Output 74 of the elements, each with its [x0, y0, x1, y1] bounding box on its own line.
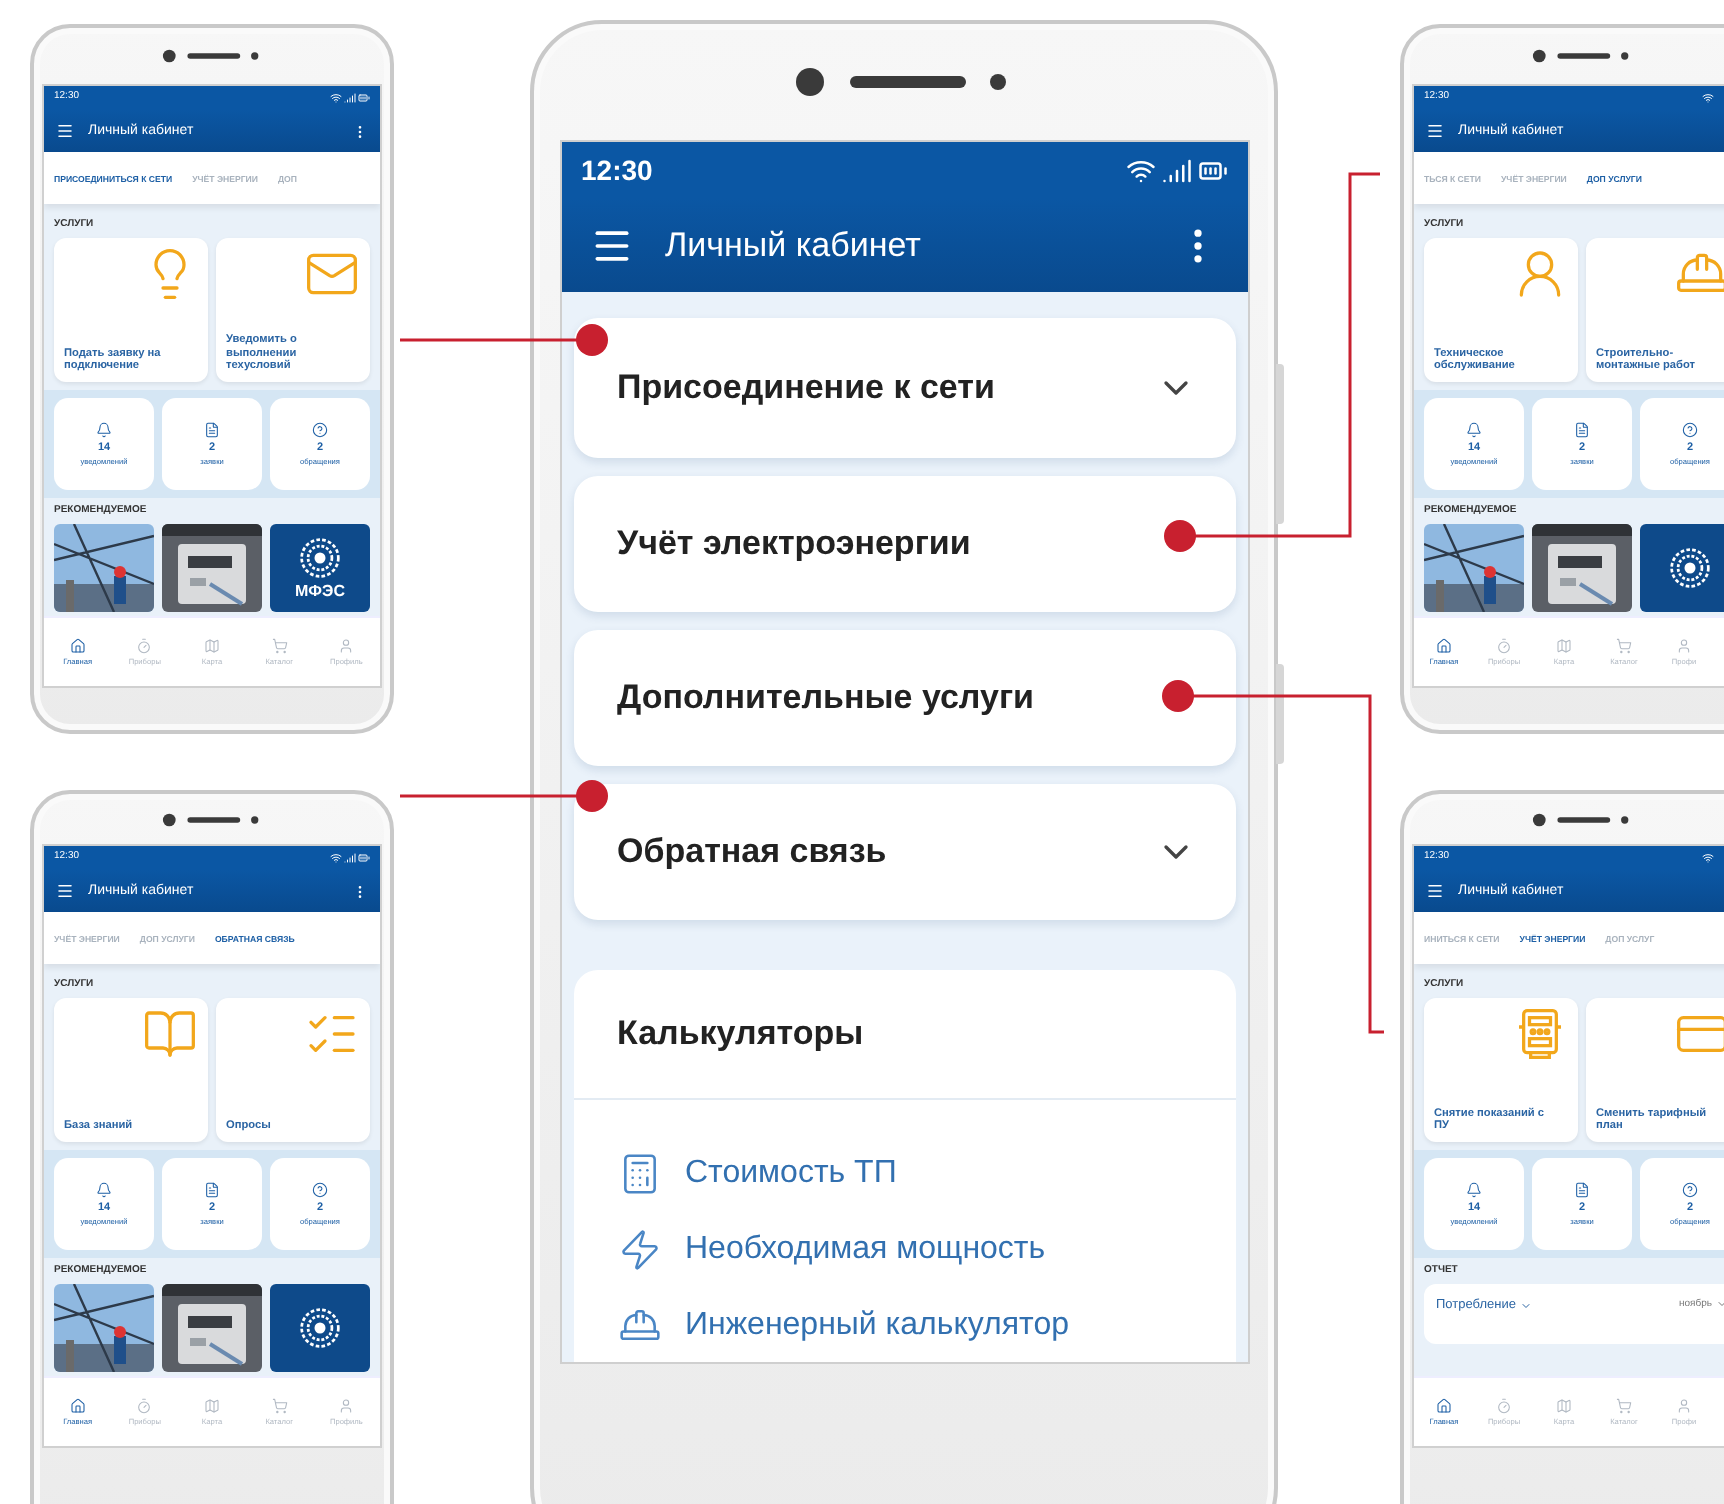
signal-icon — [344, 852, 356, 864]
section-label: Дополнительные услуги — [617, 678, 1034, 718]
phone-camera-drawing — [1532, 48, 1632, 64]
map-icon — [203, 638, 220, 654]
logo-tile[interactable]: МФЭС — [270, 524, 370, 612]
gauge-icon — [1496, 1398, 1512, 1414]
logo-icon — [1668, 546, 1712, 590]
phone-camera-drawing — [162, 48, 262, 64]
logo-icon — [298, 1306, 342, 1350]
calculator-link[interactable]: Необходимая мощность — [617, 1226, 1046, 1274]
help-icon — [1682, 1182, 1698, 1198]
help-icon — [312, 1182, 328, 1198]
bell-icon — [96, 1182, 112, 1198]
wifi-icon — [1125, 155, 1155, 185]
phone-camera-drawing — [162, 811, 262, 827]
signal-icon — [344, 92, 356, 104]
document-icon — [1574, 1182, 1590, 1198]
cart-icon — [271, 1398, 288, 1414]
section-label: Обратная связь — [617, 832, 887, 872]
menu-icon[interactable] — [1426, 122, 1444, 140]
section-label: Учёт электроэнергии — [617, 524, 971, 564]
home-icon — [69, 638, 86, 654]
map-icon — [1556, 638, 1572, 654]
gauge-icon — [136, 1398, 153, 1414]
help-icon — [1682, 422, 1698, 438]
menu-icon[interactable] — [56, 122, 74, 140]
chevron-icon — [1519, 1299, 1532, 1311]
cart-icon — [271, 638, 288, 654]
wifi-icon — [330, 852, 342, 864]
card-title: Калькуляторы — [617, 1014, 864, 1054]
map-icon — [203, 1398, 220, 1414]
battery-icon — [358, 92, 370, 104]
help-icon — [312, 422, 328, 438]
battery-icon — [358, 852, 370, 864]
home-icon — [69, 1398, 86, 1414]
logo-tile[interactable] — [270, 1284, 370, 1372]
menu-icon[interactable] — [56, 882, 74, 900]
wifi-icon — [330, 92, 342, 104]
logo-icon — [298, 536, 342, 580]
calculator-link[interactable]: Стоимость ТП — [617, 1150, 897, 1198]
section-label: Присоединение к сети — [617, 368, 995, 408]
cart-icon — [1616, 638, 1632, 654]
section-card[interactable]: Присоединение к сети — [573, 318, 1235, 458]
status-time: 12:30 — [581, 154, 653, 186]
app-title: Личный кабинет — [665, 225, 923, 265]
bell-icon — [1466, 1182, 1482, 1198]
document-icon — [204, 422, 220, 438]
home-icon — [1436, 1398, 1452, 1414]
person-icon — [1676, 1398, 1692, 1414]
document-icon — [1574, 422, 1590, 438]
person-icon — [1676, 638, 1692, 654]
bell-icon — [1466, 422, 1482, 438]
section-card[interactable]: Учёт электроэнергии — [573, 476, 1235, 612]
book-icon — [142, 1006, 198, 1062]
wifi-icon — [1702, 92, 1714, 104]
section-card[interactable]: Обратная связь — [573, 784, 1235, 920]
lightning-icon — [617, 1228, 661, 1272]
logo-text: МФЭС — [295, 582, 345, 600]
home-icon — [1436, 638, 1452, 654]
cart-icon — [1616, 1398, 1632, 1414]
calculator-link[interactable]: Инженерный калькулятор — [617, 1302, 1069, 1350]
map-icon — [1556, 1398, 1572, 1414]
section-card[interactable]: Дополнительные услуги — [573, 630, 1235, 766]
wifi-icon — [1702, 852, 1714, 864]
bell-icon — [96, 422, 112, 438]
signal-icon — [1161, 155, 1191, 185]
gauge-icon — [1496, 638, 1512, 654]
phone-camera-drawing — [1532, 811, 1632, 827]
gauge-icon — [136, 638, 153, 654]
person-icon — [338, 638, 355, 654]
document-icon — [204, 1182, 220, 1198]
menu-icon[interactable] — [1426, 882, 1444, 900]
logo-tile[interactable] — [1640, 524, 1724, 612]
person-icon — [338, 1398, 355, 1414]
